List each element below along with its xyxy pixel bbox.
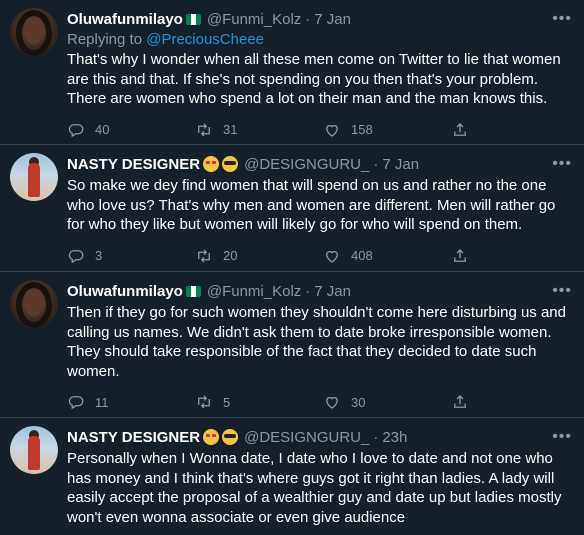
reply-to-link[interactable]: @PreciousCheee	[146, 31, 264, 48]
tweet-header: Oluwafunmilayo @Funmi_Kolz · 7 Jan	[67, 10, 351, 28]
tweet-header: NASTY DESIGNER @DESIGNGURU_ · 7 Jan	[67, 155, 420, 173]
tweet-header: Oluwafunmilayo @Funmi_Kolz · 7 Jan	[67, 282, 351, 300]
share-button[interactable]	[451, 393, 479, 411]
like-count: 30	[351, 394, 366, 410]
tweet-actions: 40 31 158	[67, 115, 570, 145]
tweet-text: Then if they go for such women they shou…	[67, 304, 566, 380]
more-icon[interactable]: •••	[552, 428, 572, 446]
share-button[interactable]	[451, 121, 479, 139]
retweet-icon	[198, 123, 210, 136]
reply-button[interactable]: 11	[67, 393, 195, 411]
tweet-4[interactable]: ••• NASTY DESIGNER @DESIGNGURU_ · 23h Pe…	[0, 418, 584, 535]
tweet-2[interactable]: ••• NASTY DESIGNER @DESIGNGURU_ · 7 Jan …	[0, 145, 584, 272]
retweet-count: 31	[223, 122, 238, 137]
heart-eyes-emoji-icon	[203, 429, 220, 445]
retweet-button[interactable]: 5	[195, 393, 323, 411]
reply-button[interactable]: 40	[67, 121, 195, 139]
avatar[interactable]	[10, 8, 58, 56]
tweet-actions: 3 20 408	[67, 241, 570, 271]
retweet-button[interactable]: 31	[195, 121, 323, 139]
tweet-3[interactable]: ••• Oluwafunmilayo @Funmi_Kolz · 7 Jan T…	[0, 272, 584, 418]
more-icon[interactable]: •••	[552, 10, 572, 28]
more-icon[interactable]: •••	[552, 282, 572, 300]
handle[interactable]: @Funmi_Kolz	[207, 11, 301, 28]
retweet-icon	[198, 249, 210, 262]
tweet-1[interactable]: ••• Oluwafunmilayo @Funmi_Kolz · 7 Jan R…	[0, 0, 584, 145]
tweet-header: NASTY DESIGNER @DESIGNGURU_ · 23h	[67, 428, 408, 446]
timestamp[interactable]: 7 Jan	[314, 283, 351, 300]
timestamp[interactable]: 7 Jan	[382, 156, 419, 173]
tweet-text: So make we dey find women that will spen…	[67, 177, 556, 233]
avatar[interactable]	[10, 280, 58, 328]
like-button[interactable]: 158	[323, 121, 451, 139]
tweet-actions: 11 5 30	[67, 387, 570, 417]
timestamp[interactable]: 23h	[382, 429, 407, 446]
display-name[interactable]: NASTY DESIGNER	[67, 156, 200, 173]
like-count: 158	[351, 122, 373, 137]
like-button[interactable]: 408	[323, 247, 451, 265]
avatar[interactable]	[10, 426, 58, 474]
retweet-button[interactable]: 20	[195, 247, 323, 265]
reply-icon	[68, 249, 84, 263]
heart-icon	[326, 396, 338, 409]
display-name[interactable]: Oluwafunmilayo	[67, 283, 183, 300]
reply-icon	[68, 123, 84, 137]
retweet-count: 5	[223, 394, 231, 410]
handle[interactable]: @Funmi_Kolz	[207, 283, 301, 300]
share-button[interactable]	[451, 247, 479, 265]
reply-icon	[68, 396, 84, 410]
more-icon[interactable]: •••	[552, 155, 572, 173]
heart-icon	[326, 250, 338, 263]
reply-context: Replying to @PreciousCheee	[67, 31, 265, 48]
like-button[interactable]: 30	[323, 393, 451, 411]
nigeria-flag-icon	[185, 13, 201, 25]
reply-count: 3	[95, 248, 103, 263]
reply-button[interactable]: 3	[67, 247, 195, 265]
retweet-icon	[198, 395, 210, 409]
share-icon	[454, 122, 466, 136]
handle[interactable]: @DESIGNGURU_	[244, 156, 369, 173]
retweet-count: 20	[223, 248, 238, 263]
reply-count: 40	[95, 122, 110, 137]
sunglasses-emoji-icon	[222, 156, 239, 172]
reply-count: 11	[95, 394, 109, 410]
share-icon	[454, 395, 466, 408]
handle[interactable]: @DESIGNGURU_	[244, 429, 369, 446]
heart-eyes-emoji-icon	[203, 156, 220, 172]
timestamp[interactable]: 7 Jan	[314, 11, 351, 28]
nigeria-flag-icon	[185, 285, 201, 297]
heart-icon	[326, 124, 338, 137]
tweet-text: That's why I wonder when all these men c…	[67, 51, 561, 107]
display-name[interactable]: Oluwafunmilayo	[67, 11, 183, 28]
sunglasses-emoji-icon	[222, 429, 239, 445]
share-icon	[454, 248, 466, 262]
tweet-text: Personally when I Wonna date, I date who…	[67, 450, 562, 526]
display-name[interactable]: NASTY DESIGNER	[67, 429, 200, 446]
avatar[interactable]	[10, 153, 58, 201]
like-count: 408	[351, 248, 373, 263]
